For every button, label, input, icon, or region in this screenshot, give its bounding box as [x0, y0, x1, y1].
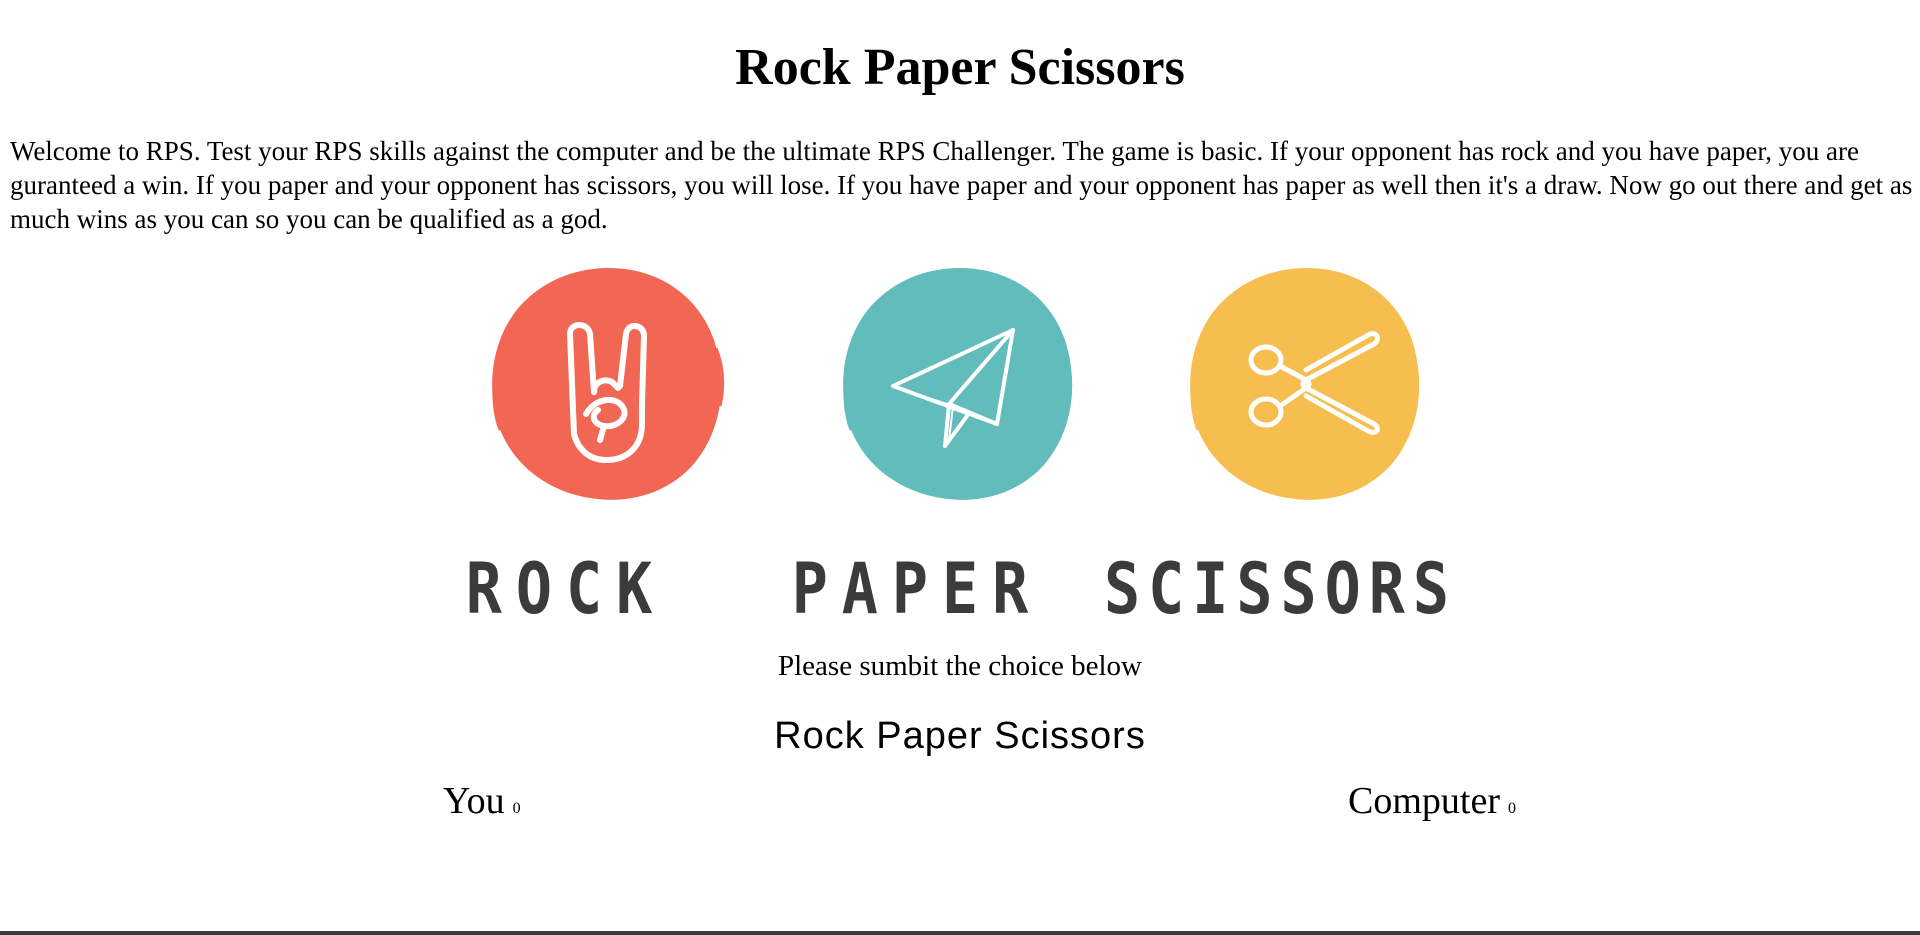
scissors-label: SCISSORS: [1104, 548, 1457, 631]
computer-score-label: Computer: [1348, 780, 1500, 822]
paper-plane-icon: [843, 267, 1073, 500]
rock-disc: [492, 267, 722, 500]
computer-score-value: 0: [1507, 800, 1516, 817]
paper-label: PAPER: [791, 548, 1043, 631]
rock-choice-button[interactable]: ROCK: [406, 264, 726, 631]
rps-page: Rock Paper Scissors Welcome to RPS. Test…: [0, 0, 1920, 935]
paper-choice-button[interactable]: PAPER: [757, 264, 1077, 631]
choice-prompt: Please sumbit the choice below: [777, 650, 1142, 682]
rock-hand-icon: [492, 267, 725, 500]
computer-score: Computer 0: [1348, 778, 1516, 832]
paper-disc: [843, 267, 1073, 500]
intro-paragraph: Welcome to RPS. Test your RPS skills aga…: [10, 136, 1913, 234]
user-score: You 0: [443, 778, 521, 832]
rock-label: ROCK: [465, 548, 667, 631]
game-heading: Rock Paper Scissors: [774, 715, 1146, 757]
bottom-divider: [0, 931, 1920, 935]
user-score-label: You: [443, 780, 505, 822]
scissors-choice-button[interactable]: SCISSORS: [1104, 264, 1457, 631]
user-score-value: 0: [512, 800, 521, 817]
page-title: Rock Paper Scissors: [735, 39, 1185, 96]
scissors-icon: [1190, 267, 1420, 500]
